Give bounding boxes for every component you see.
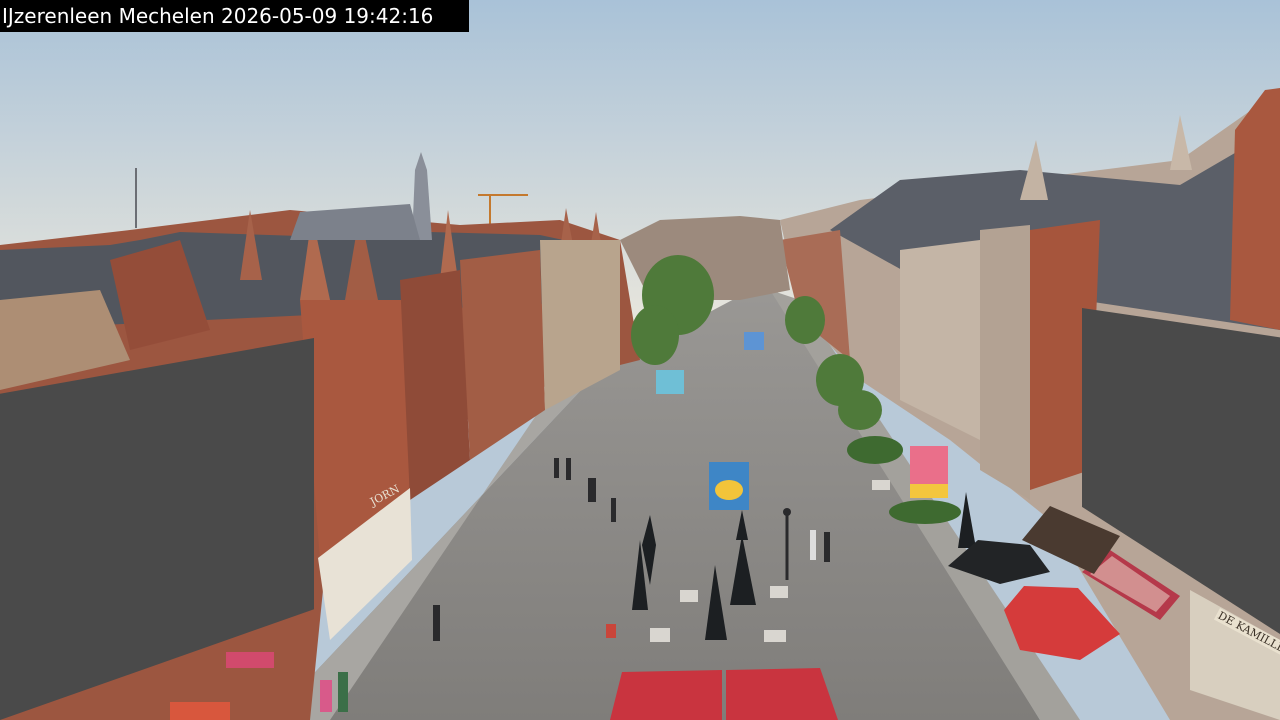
red-umbrella-right xyxy=(726,668,838,720)
camera-timestamp-overlay: IJzerenleen Mechelen 2026-05-09 19:42:16 xyxy=(0,0,469,32)
pink-shop-sign xyxy=(226,652,274,668)
webcam-view: JORN DE KAMILLE IJzerenleen Mechelen 202… xyxy=(0,0,1280,720)
banner-far xyxy=(656,370,684,394)
red-bollard xyxy=(606,624,616,638)
red-umbrella-left xyxy=(610,670,722,720)
